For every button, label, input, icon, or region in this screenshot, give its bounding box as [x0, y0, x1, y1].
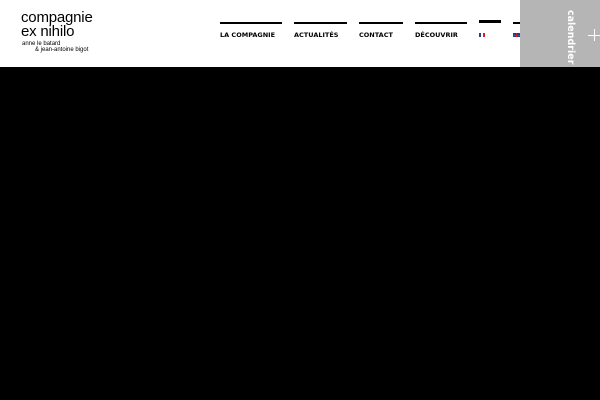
- logo-subtitle-line2: & jean-antoine bigot: [35, 47, 89, 53]
- site-header: compagnie ex nihilo anne le batard & jea…: [0, 0, 600, 67]
- main-stage: [0, 67, 600, 400]
- plus-icon[interactable]: [588, 29, 600, 41]
- language-en-bar: [513, 22, 520, 24]
- logo-title-line2: ex nihilo: [21, 23, 75, 40]
- language-fr-active-bar: [479, 20, 501, 23]
- nav-item-decouvrir[interactable]: DÉCOUVRIR: [415, 22, 467, 39]
- language-fr[interactable]: [479, 20, 501, 42]
- page: compagnie ex nihilo anne le batard & jea…: [0, 0, 600, 400]
- nav-item-la-compagnie[interactable]: LA COMPAGNIE: [220, 22, 282, 39]
- flag-france-icon: [479, 33, 485, 37]
- language-en[interactable]: [513, 22, 520, 42]
- nav-item-actualites[interactable]: ACTUALITÉS: [294, 22, 347, 39]
- calendar-label: calendrier: [565, 10, 576, 65]
- nav-item-contact[interactable]: CONTACT: [359, 22, 403, 39]
- calendar-tab[interactable]: calendrier: [520, 0, 600, 75]
- flag-uk-icon: [513, 33, 520, 37]
- site-logo[interactable]: compagnie ex nihilo anne le batard & jea…: [21, 10, 93, 53]
